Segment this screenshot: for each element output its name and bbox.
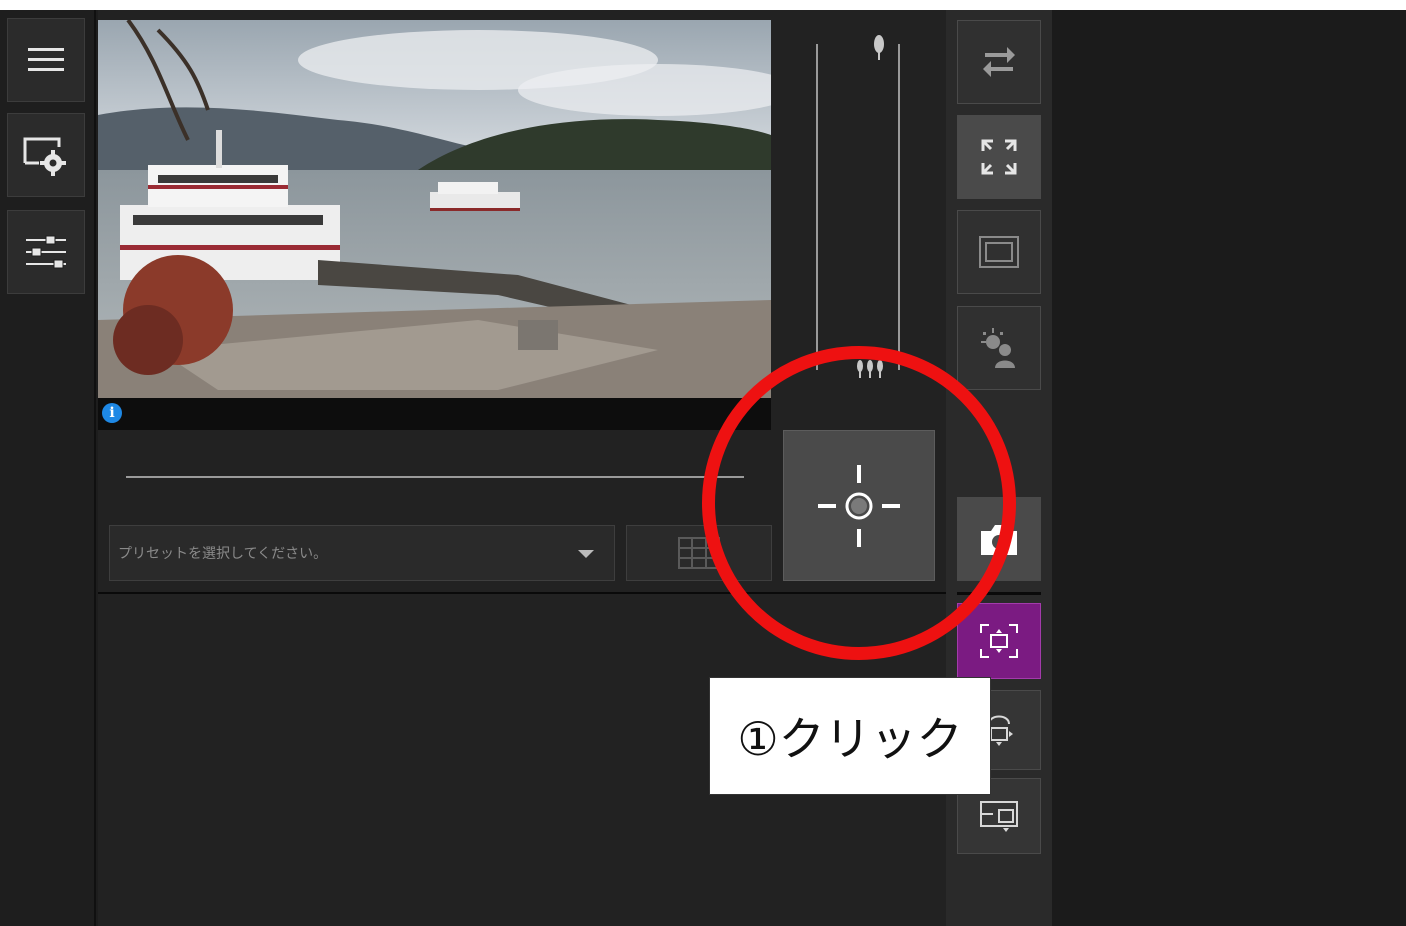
exposure-button[interactable] [957, 306, 1041, 390]
sliders-button[interactable] [7, 210, 85, 294]
preset-placeholder: プリセットを選択してください。 [118, 546, 328, 562]
frame-button[interactable] [957, 210, 1041, 294]
fullscreen-button[interactable] [957, 115, 1041, 199]
chevron-down-icon [578, 550, 594, 558]
tree-single-icon [874, 35, 884, 60]
menu-icon [28, 48, 64, 71]
sliders-icon [26, 235, 66, 269]
speed-slider[interactable] [126, 476, 744, 478]
swap-button[interactable] [957, 20, 1041, 104]
camera-video-feed[interactable] [98, 20, 771, 398]
area-zoom-icon [980, 624, 1018, 658]
zoom-slider-track-left[interactable] [816, 44, 818, 370]
zoom-slider-track-right[interactable] [898, 44, 900, 370]
video-info-bar [98, 398, 771, 430]
area-compare-icon [980, 801, 1018, 832]
highlight-circle [702, 346, 1016, 660]
display-settings-button[interactable] [7, 113, 85, 197]
lake-scene-image [98, 20, 771, 398]
fullscreen-icon [981, 139, 1017, 175]
frame-icon [979, 236, 1019, 268]
menu-button[interactable] [7, 18, 85, 102]
callout-text: ①クリック [737, 712, 963, 766]
preset-select[interactable]: プリセットを選択してください。 [109, 525, 615, 581]
swap-arrows-icon [983, 47, 1015, 77]
display-settings-icon [23, 137, 66, 176]
instruction-callout: ①クリック [709, 677, 991, 795]
right-empty-area [1052, 10, 1406, 926]
brightness-person-icon [981, 328, 1015, 368]
top-edge [0, 0, 1406, 10]
info-icon[interactable]: i [102, 403, 122, 423]
